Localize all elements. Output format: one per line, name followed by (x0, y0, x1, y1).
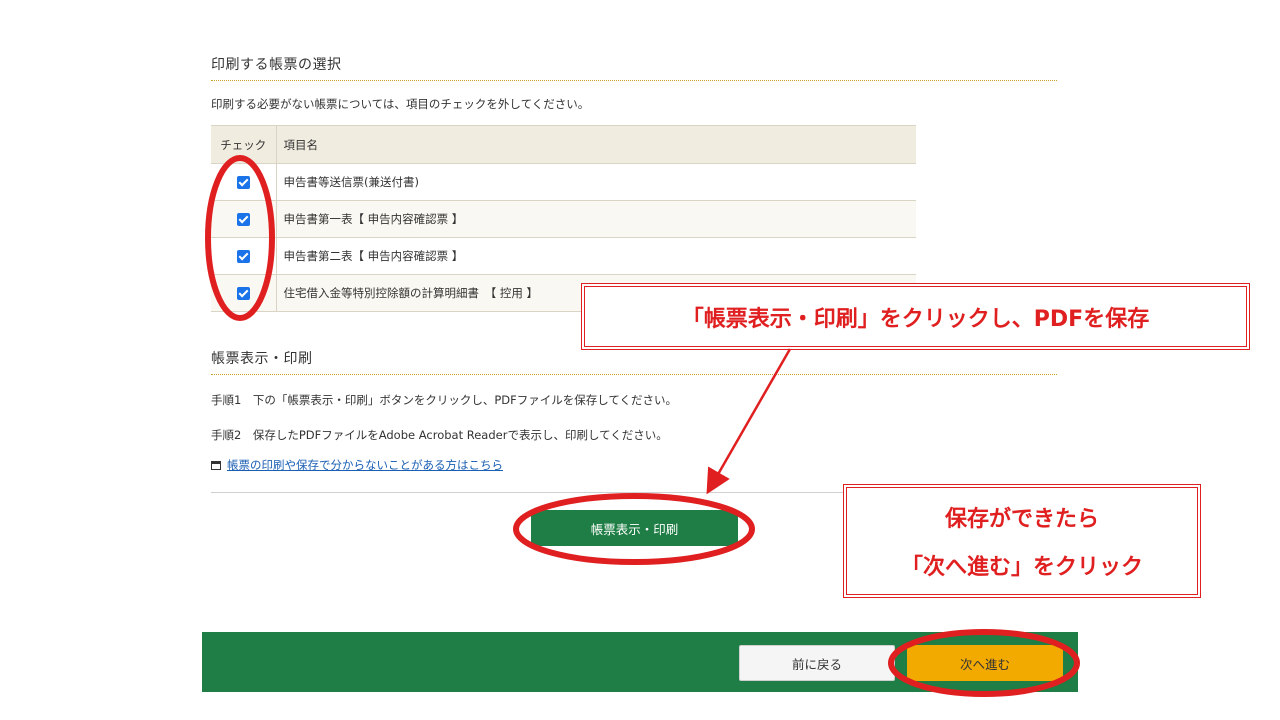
select-section-note: 印刷する必要がない帳票については、項目のチェックを外してください。 (211, 97, 590, 111)
column-header-item-name: 項目名 (276, 125, 916, 164)
annotation-callout-print: 「帳票表示・印刷」をクリックし、PDFを保存 (581, 283, 1250, 350)
column-header-check: チェック (211, 125, 277, 164)
form-checkbox-4[interactable] (236, 287, 250, 300)
back-button[interactable]: 前に戻る (739, 645, 895, 681)
window-icon (211, 460, 221, 470)
annotation-text: 「帳票表示・印刷」をクリックし、PDFを保存 (681, 306, 1150, 332)
form-name: 申告書等送信票(兼送付書) (276, 163, 916, 201)
table-row: 申告書等送信票(兼送付書) (211, 163, 916, 201)
help-link[interactable]: 帳票の印刷や保存で分からないことがある方はこちら (227, 457, 503, 473)
form-checkbox-3[interactable] (236, 250, 250, 263)
form-name: 申告書第二表【 申告内容確認票 】 (276, 237, 916, 275)
section-divider (211, 374, 1057, 375)
print-section-title: 帳票表示・印刷 (211, 351, 313, 367)
section-divider (211, 80, 1057, 81)
table-row: 申告書第二表【 申告内容確認票 】 (211, 237, 916, 275)
form-checkbox-1[interactable] (236, 176, 250, 189)
annotation-text: 「次へ進む」をクリック (900, 555, 1143, 580)
step-2-text: 手順2 保存したPDFファイルをAdobe Acrobat Readerで表示し… (211, 428, 668, 442)
table-row: 申告書第一表【 申告内容確認票 】 (211, 200, 916, 238)
form-name: 申告書第一表【 申告内容確認票 】 (276, 200, 916, 238)
annotation-arrow (706, 348, 792, 495)
annotation-overlay (205, 155, 1080, 697)
table-header-row: チェック 項目名 (211, 125, 916, 164)
select-section-title: 印刷する帳票の選択 (211, 57, 342, 73)
form-checkbox-2[interactable] (236, 213, 250, 226)
step-1-text: 手順1 下の「帳票表示・印刷」ボタンをクリックし、PDFファイルを保存してくださ… (211, 393, 678, 407)
next-button[interactable]: 次へ進む (907, 645, 1063, 681)
annotation-callout-next: 保存ができたら 「次へ進む」をクリック (843, 484, 1201, 598)
print-forms-button[interactable]: 帳票表示・印刷 (531, 510, 738, 546)
help-link-row: 帳票の印刷や保存で分からないことがある方はこちら (211, 457, 503, 473)
annotation-text: 保存ができたら (944, 507, 1099, 532)
